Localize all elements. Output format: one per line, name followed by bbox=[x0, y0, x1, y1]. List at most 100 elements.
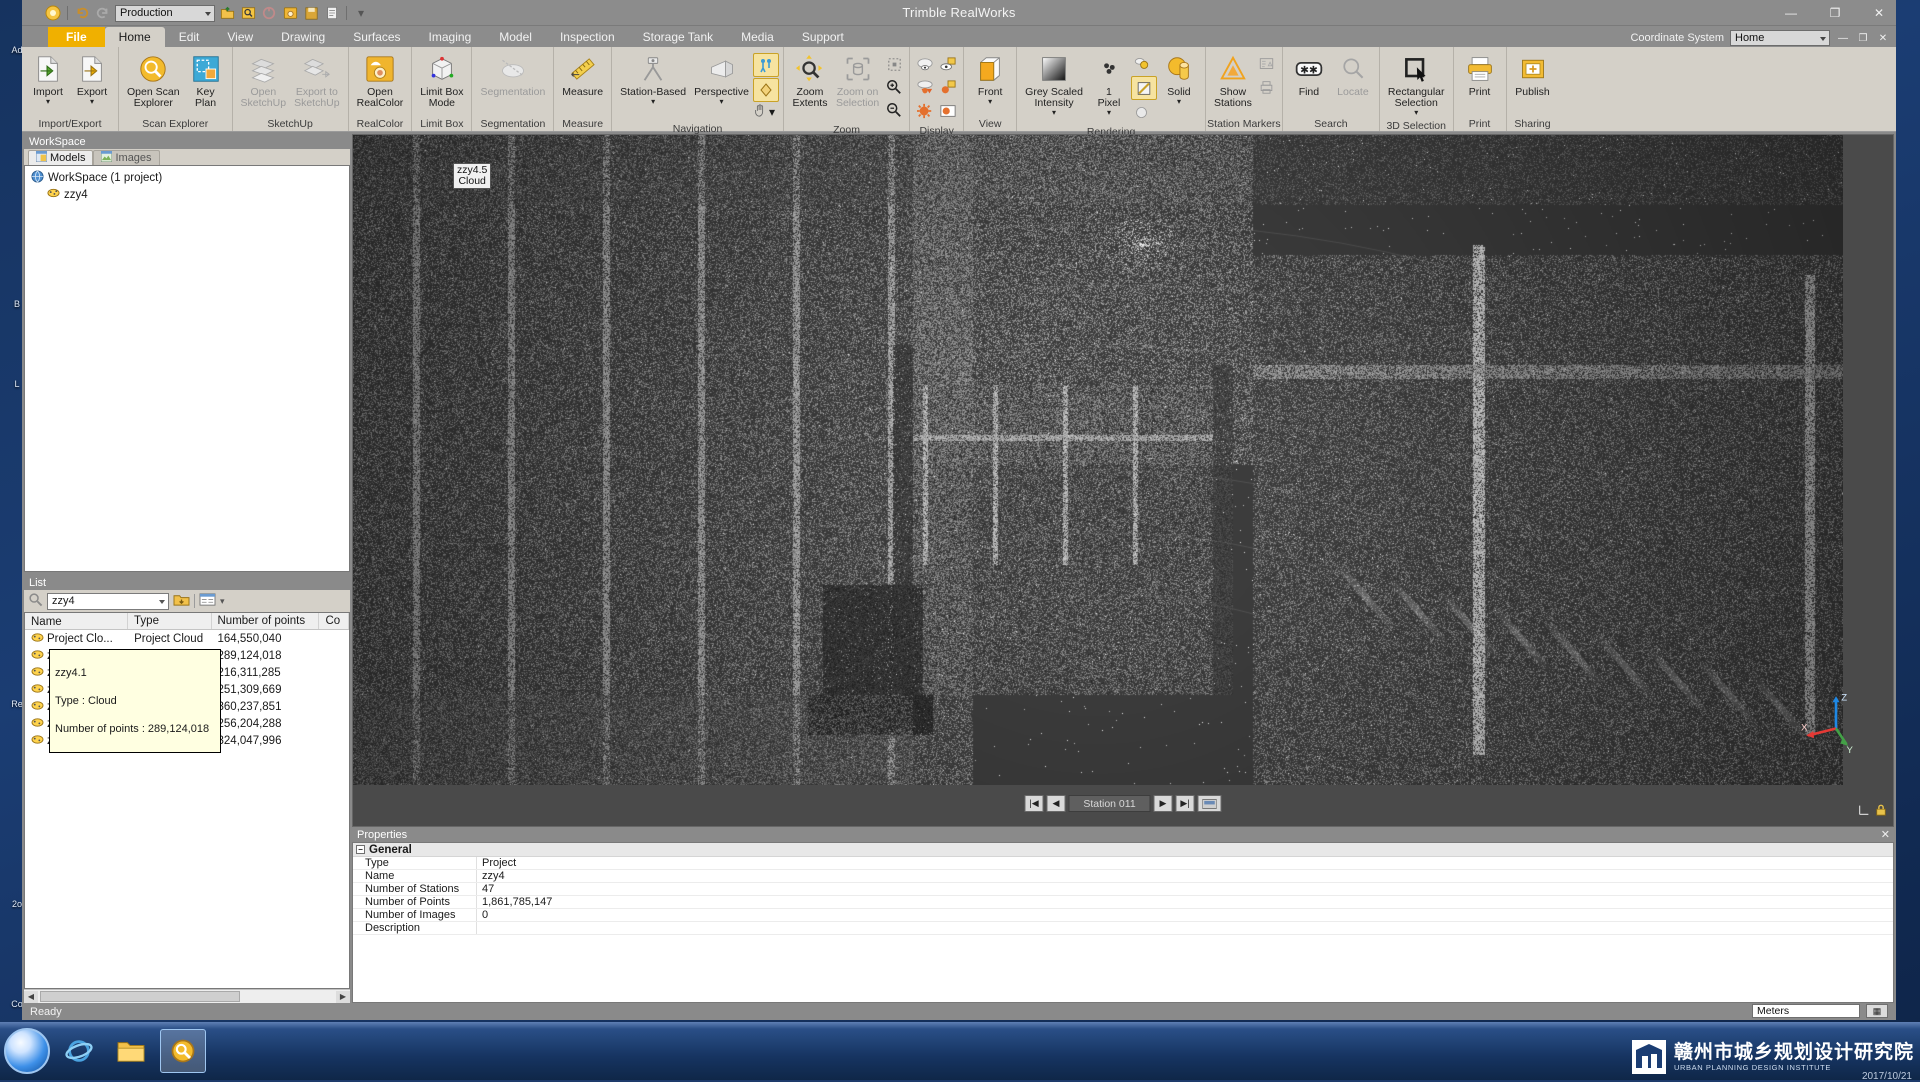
station-label-icon[interactable] bbox=[1256, 53, 1278, 75]
import-button[interactable]: Import ▾ bbox=[26, 51, 70, 106]
list-search-input[interactable]: zzy4 bbox=[47, 593, 169, 610]
station-based-caret-icon[interactable]: ▾ bbox=[651, 98, 655, 105]
grey-scaled-intensity-caret-icon[interactable]: ▾ bbox=[1052, 109, 1056, 116]
workspace-tab-images[interactable]: Images bbox=[93, 150, 159, 165]
properties-group-general[interactable]: − General bbox=[353, 843, 1893, 857]
start-orb[interactable] bbox=[4, 1028, 50, 1074]
open-sketchup-button[interactable]: Open SketchUp bbox=[237, 51, 291, 110]
zoom-on-selection-button[interactable]: Zoom on Selection bbox=[832, 51, 883, 110]
properties-close-icon[interactable]: ✕ bbox=[1881, 828, 1890, 841]
tab-view[interactable]: View bbox=[213, 27, 267, 47]
realworks-icon[interactable] bbox=[160, 1029, 206, 1073]
solid-button[interactable]: Solid ▾ bbox=[1157, 51, 1201, 106]
open-folder-icon[interactable] bbox=[173, 592, 190, 610]
grey-scaled-intensity-button[interactable]: Grey Scaled Intensity ▾ bbox=[1021, 51, 1087, 117]
taskbar-clock[interactable]: 2017/10/21 bbox=[1862, 1071, 1912, 1082]
pan-hand-toggle[interactable] bbox=[753, 103, 767, 120]
scroll-right-arrow-icon[interactable]: ▶ bbox=[336, 991, 350, 1003]
limit-box-mode-button[interactable]: Limit Box Mode bbox=[416, 51, 467, 110]
measure-button[interactable]: Measure bbox=[558, 51, 607, 99]
walk-mode-toggle[interactable] bbox=[753, 53, 779, 77]
minimize-button[interactable]: — bbox=[1778, 4, 1804, 22]
unit-settings-button[interactable]: ▦ bbox=[1866, 1004, 1888, 1018]
open-scan-explorer-button[interactable]: Open Scan Explorer bbox=[123, 51, 184, 110]
collapse-icon[interactable]: − bbox=[356, 845, 365, 854]
display-box-icon[interactable] bbox=[937, 100, 959, 122]
table-row[interactable]: Project Clo... Project Cloud 164,550,040 bbox=[25, 630, 349, 647]
point-cloud-canvas[interactable] bbox=[353, 135, 1843, 785]
column-header-color[interactable]: Co bbox=[319, 613, 349, 629]
column-header-type[interactable]: Type bbox=[128, 613, 211, 629]
show-all-icon[interactable] bbox=[914, 100, 936, 122]
list-horizontal-scrollbar[interactable]: ◀ ▶ bbox=[24, 989, 350, 1003]
find-button[interactable]: ✱✱ Find bbox=[1287, 51, 1331, 99]
show-cloud-icon[interactable] bbox=[914, 54, 936, 76]
shading-toggle[interactable] bbox=[1131, 76, 1157, 100]
workspace-tab-models[interactable]: Models bbox=[28, 150, 93, 165]
tab-model[interactable]: Model bbox=[485, 27, 546, 47]
next-station-button[interactable]: ▶ bbox=[1154, 795, 1173, 812]
tab-inspection[interactable]: Inspection bbox=[546, 27, 629, 47]
export-caret-icon[interactable]: ▾ bbox=[90, 98, 94, 105]
print-button[interactable]: Print bbox=[1458, 51, 1502, 99]
locate-button[interactable]: Locate bbox=[1331, 51, 1375, 99]
tree-node-workspace[interactable]: WorkSpace (1 project) bbox=[29, 169, 349, 186]
station-list-button[interactable] bbox=[1198, 795, 1222, 812]
publish-button[interactable]: Publish bbox=[1511, 51, 1555, 99]
ribbon-minimize-button[interactable]: — bbox=[1836, 31, 1850, 45]
key-plan-button[interactable]: Key Plan bbox=[184, 51, 228, 110]
rectangular-selection-caret-icon[interactable]: ▾ bbox=[1414, 109, 1418, 116]
column-header-points[interactable]: Number of points bbox=[212, 613, 320, 629]
hide-cloud-icon[interactable] bbox=[914, 77, 936, 99]
station-name-field[interactable]: Station 011 bbox=[1069, 795, 1151, 812]
internet-explorer-icon[interactable] bbox=[56, 1029, 102, 1073]
hide-other-icon[interactable] bbox=[937, 77, 959, 99]
unit-field[interactable]: Meters bbox=[1752, 1004, 1860, 1018]
lighting-toggle[interactable] bbox=[1131, 53, 1153, 75]
tab-file[interactable]: File bbox=[48, 27, 105, 47]
column-header-name[interactable]: Name bbox=[25, 613, 128, 629]
maximize-button[interactable]: ❐ bbox=[1822, 4, 1848, 22]
list-view-icon[interactable] bbox=[199, 592, 216, 610]
zoom-window-icon[interactable] bbox=[883, 53, 905, 75]
show-cloud-eye-icon[interactable] bbox=[937, 54, 959, 76]
import-caret-icon[interactable]: ▾ bbox=[46, 98, 50, 105]
workspace-tree[interactable]: WorkSpace (1 project) zzy4 bbox=[24, 165, 350, 572]
open-realcolor-button[interactable]: Open RealColor bbox=[353, 51, 408, 110]
orbit-mode-toggle[interactable] bbox=[753, 78, 779, 102]
tab-media[interactable]: Media bbox=[727, 27, 788, 47]
previous-station-button[interactable]: ◀ bbox=[1047, 795, 1066, 812]
export-button[interactable]: Export ▾ bbox=[70, 51, 114, 106]
perspective-caret-icon[interactable]: ▾ bbox=[720, 98, 724, 105]
scroll-thumb[interactable] bbox=[40, 991, 240, 1002]
zoom-in-icon[interactable] bbox=[883, 76, 905, 98]
rectangular-selection-button[interactable]: Rectangular Selection ▾ bbox=[1384, 51, 1449, 117]
coordinate-system-combobox[interactable]: Home bbox=[1730, 30, 1830, 46]
point-size-caret-icon[interactable]: ▾ bbox=[1107, 109, 1111, 116]
tab-drawing[interactable]: Drawing bbox=[267, 27, 339, 47]
tab-surfaces[interactable]: Surfaces bbox=[339, 27, 414, 47]
close-button[interactable]: ✕ bbox=[1866, 4, 1892, 22]
last-station-button[interactable]: ▶| bbox=[1176, 795, 1195, 812]
tab-imaging[interactable]: Imaging bbox=[415, 27, 486, 47]
solid-caret-icon[interactable]: ▾ bbox=[1177, 98, 1181, 105]
scroll-left-arrow-icon[interactable]: ◀ bbox=[24, 991, 38, 1003]
ribbon-close-button[interactable]: ✕ bbox=[1876, 31, 1890, 45]
perspective-button[interactable]: Perspective ▾ bbox=[690, 51, 753, 106]
first-station-button[interactable]: |◀ bbox=[1025, 795, 1044, 812]
search-icon[interactable] bbox=[28, 592, 43, 610]
tab-home[interactable]: Home bbox=[105, 27, 165, 47]
point-size-button[interactable]: 1 Pixel ▾ bbox=[1087, 51, 1131, 117]
lock-icon[interactable] bbox=[1875, 803, 1887, 820]
zoom-out-icon[interactable] bbox=[883, 99, 905, 121]
front-view-button[interactable]: Front ▾ bbox=[968, 51, 1012, 106]
tab-storage-tank[interactable]: Storage Tank bbox=[629, 27, 728, 47]
properties-grid[interactable]: − General Type Project Name zzy4 Number … bbox=[352, 842, 1894, 1003]
sphere-toggle[interactable] bbox=[1131, 101, 1153, 123]
file-explorer-icon[interactable] bbox=[108, 1029, 154, 1073]
station-print-icon[interactable] bbox=[1256, 76, 1278, 98]
segmentation-button[interactable]: Segmentation bbox=[476, 51, 549, 99]
ribbon-restore-button[interactable]: ❐ bbox=[1856, 31, 1870, 45]
show-stations-button[interactable]: Show Stations bbox=[1210, 51, 1256, 110]
navigation-more-caret-icon[interactable]: ▾ bbox=[769, 105, 775, 119]
